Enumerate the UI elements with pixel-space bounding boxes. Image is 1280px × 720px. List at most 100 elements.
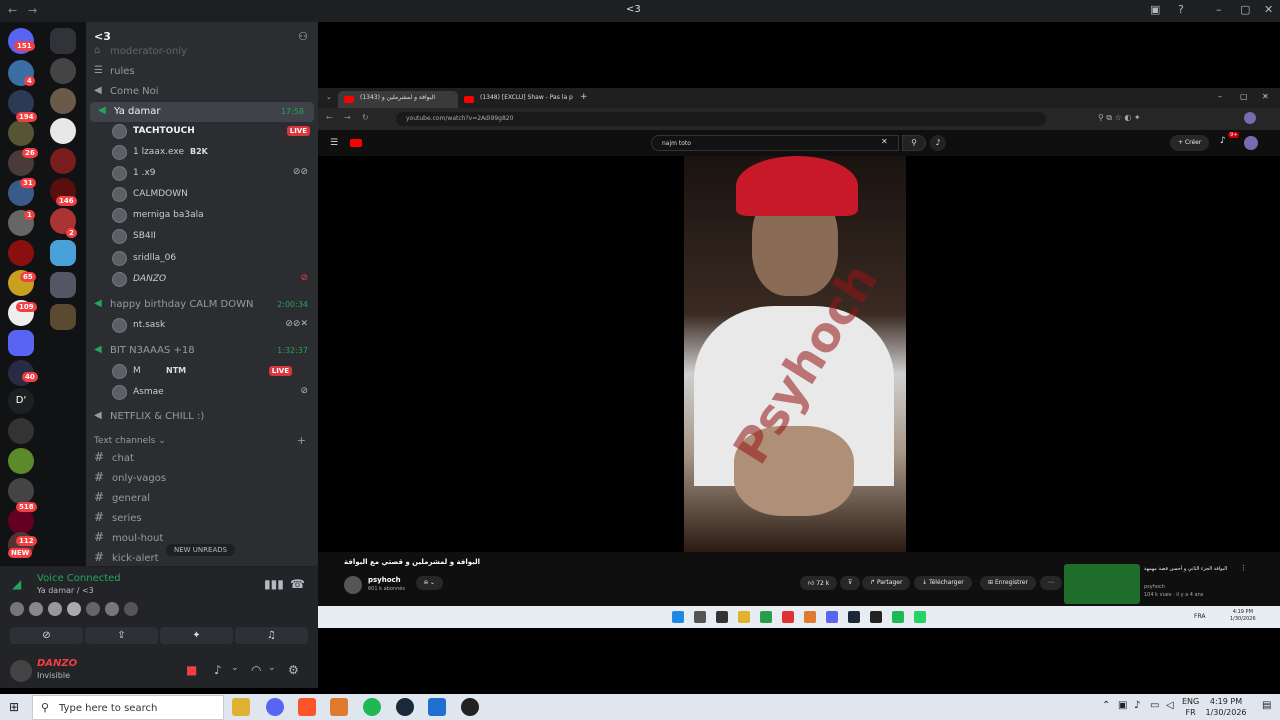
close-icon[interactable]: ✕ <box>1264 3 1273 16</box>
maximize-icon[interactable]: ▢ <box>1240 3 1250 16</box>
recommended-video[interactable]: البوافة الجزء الثاني و أحسن قصة مهمهة ps… <box>1064 564 1264 604</box>
noise-suppression-icon[interactable]: ▮▮▮ <box>264 577 284 591</box>
disconnect-icon[interactable]: ☎ <box>290 577 305 591</box>
avatar[interactable] <box>10 602 24 616</box>
url-field[interactable]: youtube.com/watch?v=2Adi99g820 <box>396 112 1046 126</box>
avatar[interactable] <box>1244 136 1258 150</box>
video-player[interactable]: Psyhoch <box>318 156 1280 552</box>
microphone-icon[interactable]: ♪ <box>1134 700 1140 711</box>
voice-user[interactable]: TACHTOUCH LIVE <box>110 122 314 142</box>
store-icon[interactable] <box>428 698 446 716</box>
clock[interactable]: 4:19 PM 1/30/2026 <box>1230 609 1256 623</box>
tab-youtube-2[interactable]: (1348) [EXCLU] Shaw - Pas la p <box>458 91 578 108</box>
tab-menu-icon[interactable]: ⌄ <box>326 93 332 101</box>
server-icon[interactable] <box>50 88 76 114</box>
network-icon[interactable]: ▭ <box>1150 700 1159 711</box>
channel-rules[interactable]: ☰ rules <box>86 62 318 82</box>
close-icon[interactable]: ✕ <box>1262 92 1269 101</box>
voice-location[interactable]: Ya damar / <3 <box>37 586 94 595</box>
app-icon[interactable] <box>330 698 348 716</box>
windows-start-icon[interactable]: ⊞ <box>9 700 19 714</box>
clock[interactable]: 4:19 PM 1/30/2026 <box>1204 696 1248 718</box>
add-channel-icon[interactable]: + <box>297 434 306 447</box>
minimize-icon[interactable]: – <box>1218 92 1222 101</box>
tab-youtube-1[interactable]: البوافة و لمشرملين و (1343) <box>338 91 458 108</box>
forward-icon[interactable]: → <box>344 113 351 122</box>
inbox-icon[interactable]: ▣ <box>1150 3 1160 16</box>
avatar[interactable] <box>1244 112 1256 124</box>
discord-icon[interactable] <box>826 611 838 623</box>
steam-icon[interactable] <box>848 611 860 623</box>
microphone-icon[interactable]: ♪ <box>214 663 222 677</box>
voice-user[interactable]: CALMDOWN <box>110 185 314 205</box>
channel-moderator-only[interactable]: ⌂ moderator-only <box>86 42 318 62</box>
text-channel-series[interactable]: # series <box>86 509 318 529</box>
server-icon[interactable] <box>8 120 34 146</box>
clear-search-icon[interactable]: ✕ <box>881 137 888 146</box>
discord-icon[interactable] <box>266 698 284 716</box>
back-icon[interactable]: ← <box>8 4 17 17</box>
chevron-down-icon[interactable]: ⌄ <box>231 663 239 673</box>
voice-channel-ya-damar[interactable]: ◀ Ya damar 17:58 <box>90 102 314 122</box>
voice-user[interactable]: M NTM LIVE <box>110 362 314 382</box>
bell-icon[interactable]: ♪ <box>1220 136 1226 146</box>
camera-icon[interactable]: ■ <box>186 663 197 677</box>
activities-button[interactable]: ✦ <box>160 627 233 644</box>
dislike-button[interactable]: ⊽ <box>840 576 861 590</box>
volume-icon[interactable]: ◁ <box>1166 700 1174 711</box>
app-icon[interactable] <box>782 611 794 623</box>
server-icon[interactable] <box>50 148 76 174</box>
text-channel-chat[interactable]: # chat <box>86 449 318 469</box>
help-icon[interactable]: ? <box>1178 3 1184 16</box>
spotify-icon[interactable] <box>363 698 381 716</box>
more-icon[interactable]: ⋮ <box>1240 564 1247 572</box>
camera-off-button[interactable]: ⊘ <box>10 627 83 644</box>
spotify-icon[interactable] <box>892 611 904 623</box>
dm-icon[interactable] <box>50 28 76 54</box>
server-icon[interactable] <box>8 478 34 504</box>
voice-channel-birthday[interactable]: ◀ happy birthday CALM DOWN 2:00:34 <box>86 295 318 315</box>
youtube-logo-icon[interactable] <box>350 139 362 147</box>
app-icon[interactable] <box>461 698 479 716</box>
back-icon[interactable]: ← <box>326 113 333 122</box>
server-icon[interactable] <box>8 448 34 474</box>
input-language[interactable]: FRA <box>1194 613 1205 620</box>
channel-avatar[interactable] <box>344 576 362 594</box>
create-button[interactable]: + Créer <box>1170 135 1210 151</box>
task-view-icon[interactable] <box>716 611 728 623</box>
forward-icon[interactable]: → <box>28 4 37 17</box>
save-button[interactable]: ⊞ Enregistrer <box>980 576 1037 590</box>
extensions-icon[interactable]: ⚲ ⧉ ☆ ◐ ✦ <box>1098 113 1141 123</box>
voice-user[interactable]: 1 lzaax.exe B2K <box>110 143 314 163</box>
server-icon[interactable] <box>50 272 76 298</box>
soundboard-button[interactable]: ♫ <box>235 627 308 644</box>
download-button[interactable]: ↓ Télécharger <box>914 576 972 590</box>
voice-status[interactable]: Voice Connected <box>37 573 121 584</box>
voice-user[interactable]: merniga ba3ala <box>110 206 314 226</box>
voice-user[interactable]: SB4II <box>110 227 314 247</box>
notifications-icon[interactable]: ▤ <box>1262 700 1271 711</box>
file-explorer-icon[interactable] <box>232 698 250 716</box>
input-language[interactable]: ENG FR <box>1182 696 1199 718</box>
server-icon[interactable] <box>50 58 76 84</box>
menu-icon[interactable]: ☰ <box>330 138 338 148</box>
voice-user[interactable]: Asmae ⊘ <box>110 383 314 403</box>
avatar[interactable] <box>124 602 138 616</box>
more-actions-button[interactable]: ⋯ <box>1040 576 1062 590</box>
new-unreads-pill[interactable]: NEW UNREADS <box>166 544 236 556</box>
chevron-up-icon[interactable]: ⌃ <box>1102 700 1110 711</box>
voice-user[interactable]: 1 .x9 ⊘⊘ <box>110 164 314 184</box>
folder-icon[interactable] <box>8 330 34 356</box>
voice-user[interactable]: DANZO ⊘ <box>110 270 314 290</box>
category-text-channels[interactable]: Text channels ⌄ <box>94 436 166 446</box>
username[interactable]: DANZO <box>37 658 77 669</box>
steam-icon[interactable] <box>396 698 414 716</box>
avatar[interactable] <box>10 660 32 682</box>
voice-user[interactable]: nt.sask ⊘⊘✕ <box>110 316 314 336</box>
minimize-icon[interactable]: – <box>1216 3 1222 16</box>
avatar[interactable] <box>86 602 100 616</box>
new-tab-icon[interactable]: + <box>580 92 588 102</box>
search-icon[interactable]: ⚲ <box>902 135 926 151</box>
avatar[interactable] <box>67 602 81 616</box>
gear-icon[interactable]: ⚙ <box>288 663 299 677</box>
